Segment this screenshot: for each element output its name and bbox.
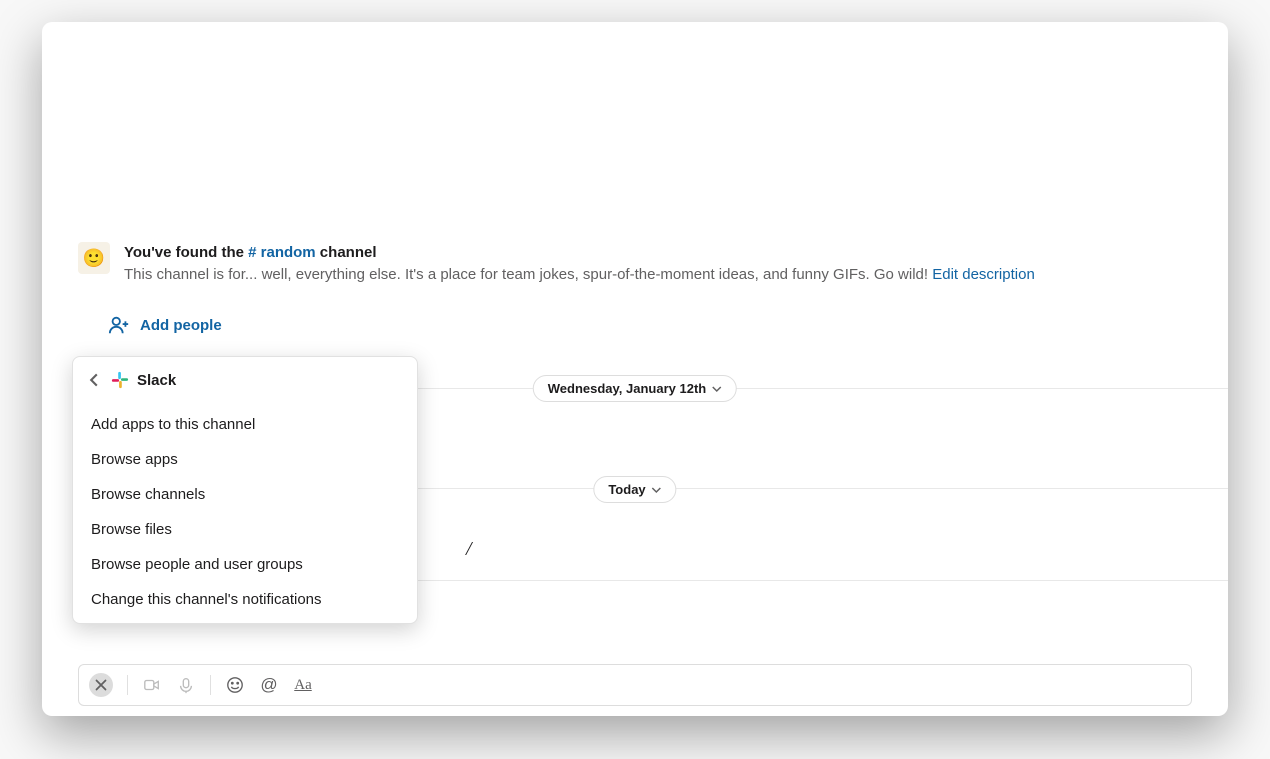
menu-title-text: Slack — [137, 372, 176, 389]
intro-description-text: This channel is for... well, everything … — [124, 266, 932, 283]
intro-title: You've found the # random channel — [124, 242, 1192, 263]
date-pill-today[interactable]: Today — [593, 476, 676, 503]
message-composer[interactable]: @ Aa — [78, 664, 1192, 706]
menu-title: Slack — [111, 371, 176, 389]
divider — [127, 675, 128, 695]
menu-item-browse-people[interactable]: Browse people and user groups — [73, 547, 417, 582]
chevron-down-icon — [652, 485, 662, 495]
date-label: Today — [608, 482, 645, 497]
channel-link[interactable]: # random — [248, 244, 316, 261]
menu-header: Slack — [73, 357, 417, 407]
add-person-icon — [108, 314, 130, 336]
intro-title-prefix: You've found the — [124, 244, 248, 261]
close-shortcuts-button[interactable] — [89, 673, 113, 697]
video-icon — [143, 676, 161, 694]
at-icon: @ — [260, 675, 277, 695]
app-window: 🙂 You've found the # random channel This… — [42, 22, 1228, 716]
emoji-icon — [226, 676, 244, 694]
video-button[interactable] — [142, 675, 162, 695]
intro-text: You've found the # random channel This c… — [124, 242, 1192, 286]
chevron-down-icon — [712, 384, 722, 394]
add-people-button[interactable]: Add people — [108, 314, 222, 336]
menu-item-change-notifications[interactable]: Change this channel's notifications — [73, 582, 417, 617]
chevron-left-icon — [87, 373, 101, 387]
slack-icon — [111, 371, 129, 389]
date-pill-jan12[interactable]: Wednesday, January 12th — [533, 375, 737, 402]
menu-item-add-apps[interactable]: Add apps to this channel — [73, 407, 417, 442]
close-icon — [92, 676, 110, 694]
menu-item-browse-apps[interactable]: Browse apps — [73, 442, 417, 477]
edit-description-link[interactable]: Edit description — [932, 266, 1035, 283]
emoji-button[interactable] — [225, 675, 245, 695]
add-people-label: Add people — [140, 317, 222, 334]
microphone-icon — [177, 676, 195, 694]
format-icon: Aa — [294, 677, 312, 694]
shortcuts-menu: Slack Add apps to this channel Browse ap… — [72, 356, 418, 624]
channel-intro: 🙂 You've found the # random channel This… — [78, 242, 1192, 286]
format-button[interactable]: Aa — [293, 675, 313, 695]
stray-text: / — [466, 538, 472, 561]
menu-item-browse-channels[interactable]: Browse channels — [73, 477, 417, 512]
date-label: Wednesday, January 12th — [548, 381, 706, 396]
menu-item-browse-files[interactable]: Browse files — [73, 512, 417, 547]
smiley-icon: 🙂 — [78, 242, 110, 274]
menu-back-button[interactable] — [87, 373, 101, 387]
intro-description: This channel is for... well, everything … — [124, 264, 1192, 286]
mention-button[interactable]: @ — [259, 675, 279, 695]
divider — [210, 675, 211, 695]
mic-button[interactable] — [176, 675, 196, 695]
intro-title-suffix: channel — [316, 244, 377, 261]
